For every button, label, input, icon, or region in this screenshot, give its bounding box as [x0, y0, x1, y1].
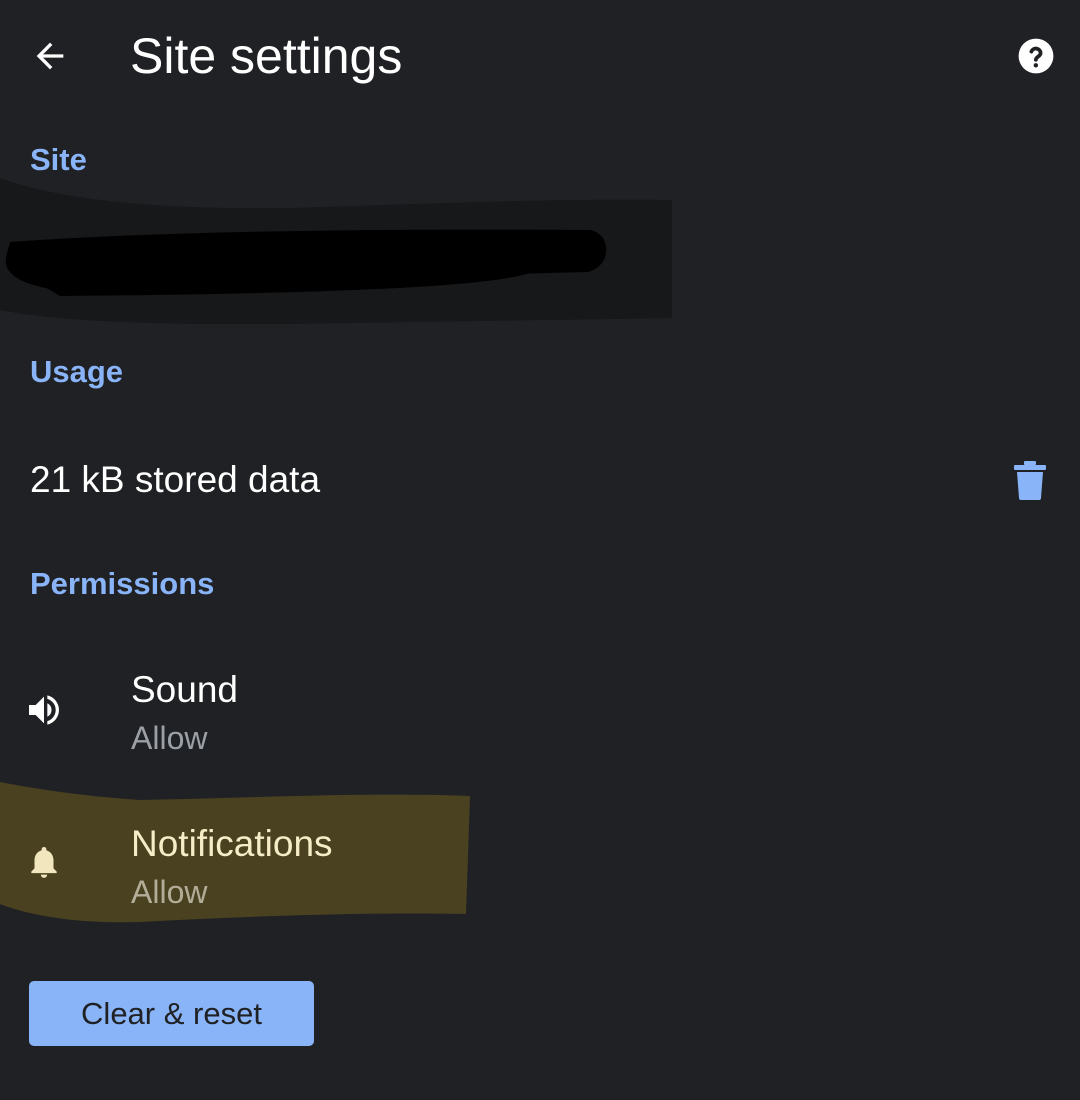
permission-title: Notifications — [131, 823, 333, 864]
page-title: Site settings — [130, 28, 403, 84]
trash-icon — [1014, 461, 1046, 500]
site-url-redaction — [0, 170, 672, 325]
permission-title: Sound — [131, 669, 238, 710]
permission-row-sound[interactable]: Sound Allow — [0, 650, 1080, 780]
stored-data-row[interactable]: 21 kB stored data — [0, 430, 1080, 530]
clear-reset-button[interactable]: Clear & reset — [29, 981, 314, 1046]
permission-row-notifications[interactable]: Notifications Allow — [0, 804, 1080, 934]
arrow-left-icon — [36, 42, 64, 70]
bell-icon — [20, 838, 68, 886]
permission-status: Allow — [131, 720, 208, 756]
back-button[interactable] — [20, 26, 80, 86]
permission-status: Allow — [131, 874, 208, 910]
section-header-permissions: Permissions — [30, 566, 215, 601]
section-header-usage: Usage — [30, 354, 124, 389]
speaker-icon — [20, 686, 68, 734]
stored-data-label: 21 kB stored data — [30, 459, 321, 500]
delete-data-button[interactable] — [1004, 450, 1056, 510]
help-button[interactable] — [1008, 28, 1064, 84]
help-circle-icon — [1018, 38, 1054, 74]
